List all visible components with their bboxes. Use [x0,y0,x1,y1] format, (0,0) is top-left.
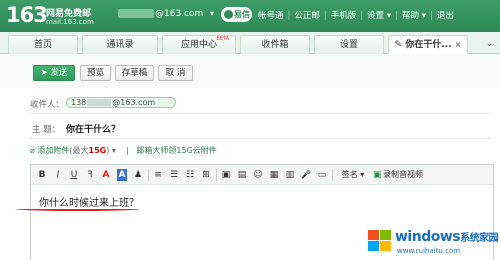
send-button[interactable]: ➤ 发送 [33,65,75,81]
screenshot-icon[interactable]: ▤ [237,169,247,181]
link-logout[interactable]: 退出 [437,11,454,21]
tab-contacts[interactable]: 通讯录 [82,35,158,54]
add-attachment-link[interactable]: 添加附件 [37,146,69,155]
compose-action-bar: ➤ 发送 预览 存草稿 取 消 [0,54,500,88]
email-suffix: @163.com [155,9,204,19]
tab-inbox[interactable]: 收件箱 [240,35,310,54]
indent-icon[interactable]: ⊞ [201,169,211,181]
top-header: 163 网易免费邮 mail.163.com @163.com ▾ 易信 帐号通… [0,0,500,32]
stationery-icon[interactable]: ▭ [317,169,327,181]
chevron-down-icon[interactable]: ▾ [210,9,214,18]
toolbar-separator [148,169,149,181]
link-fair-mail[interactable]: 公正邮 [294,11,320,21]
yixin-icon [224,10,233,19]
tab-compose-label: 你在干什... [405,40,452,50]
underline-icon[interactable]: U [69,169,79,181]
divider: | [126,146,129,155]
tab-settings[interactable]: 设置 [314,35,384,54]
save-draft-label: 存草稿 [121,68,148,78]
beta-badge: BETA [216,36,229,42]
align-icon[interactable]: ≡ [153,169,163,181]
watermark: windows系统家园 www.ruihaitu.com [367,223,500,260]
cancel-label: 取 消 [165,68,186,78]
link-account[interactable]: 帐号通 [258,11,284,21]
send-icon: ➤ [40,68,48,78]
numbered-list-icon[interactable]: ☰ [169,169,179,181]
send-label: 发送 [50,68,68,78]
microphone-icon[interactable]: 🎤 [301,169,311,181]
tab-home-label: 首页 [33,40,52,50]
divider [30,113,490,114]
recipient-chip[interactable]: 138 @163.com [66,97,176,108]
tab-compose[interactable]: ✎ 你在干什... × [388,35,468,55]
save-draft-button[interactable]: 存草稿 [115,65,154,81]
tab-home[interactable]: 首页 [8,35,78,54]
tab-contacts-label: 通讯录 [106,40,134,50]
edit-icon: ✎ [394,40,403,50]
tab-settings-label: 设置 [339,40,358,50]
chevron-down-icon[interactable]: ▾ [112,146,116,155]
divider [30,138,490,139]
toolbar-separator [216,169,217,181]
toolbar-separator [332,169,333,181]
yixin-label: 易信 [234,10,250,19]
tab-app-center-label: 应用中心 [180,40,217,50]
highlight-icon[interactable]: A [117,169,127,181]
to-label: 收件人： [30,100,65,110]
watermark-title-en: windows [395,229,461,245]
tab-inbox-label: 收件箱 [261,40,289,50]
italic-icon[interactable]: I [53,169,63,181]
attach-limit-value: 15G [88,146,107,155]
user-email[interactable]: @163.com [118,9,203,19]
table-icon[interactable]: ▦ [269,169,279,181]
email-redaction [118,9,154,18]
attachment-row: ⌀ 添加附件(最大15G) ▾ | 邮箱大师领15G云附件 [30,145,217,156]
emoji-icon[interactable]: ☺ [253,169,263,181]
subject-label: 主 题： [32,125,61,135]
preview-button[interactable]: 预览 [80,65,111,81]
link-mobile[interactable]: 手机版 [331,11,357,21]
image-icon[interactable]: ▣ [221,169,231,181]
font-color-icon[interactable]: A [101,169,111,181]
editor-toolbar: B I U ꟻ A A ♟ ≡ ☰ ☷ ⊞ ▣ ▤ ☺ ▦ ▥ 🎤 ▭ 签名 ▾… [31,165,493,185]
logo-url: mail.163.com [46,18,94,26]
signature-dropdown[interactable]: 签名 ▾ [337,169,369,181]
recipient-prefix: 138 [71,98,87,107]
font-icon[interactable]: ꟻ [85,169,95,181]
tab-app-center[interactable]: 应用中心 BETA [162,35,236,54]
bold-icon[interactable]: B [37,169,47,181]
cancel-button[interactable]: 取 消 [158,65,193,81]
recipient-suffix: @163.com [112,98,156,107]
watermark-title: windows系统家园 [395,229,499,245]
big-attachment-link[interactable]: 邮箱大师领15G云附件 [136,146,216,155]
paperclip-icon: ⌀ [30,146,35,155]
bullet-list-icon[interactable]: ☷ [185,169,195,181]
format-painter-icon[interactable]: ♟ [133,169,143,181]
close-icon[interactable]: × [455,40,462,49]
nav-bar: 首页 通讯录 应用中心 BETA 收件箱 设置 ✎ 你在干什... × [0,32,500,55]
tab-menu-chevron-icon[interactable]: ⌄ [486,39,493,48]
watermark-title-cn: 系统家园 [460,233,499,244]
recipient-redaction [87,99,112,106]
red-underline-annotation [16,207,140,211]
preview-label: 预览 [86,68,104,78]
attach-limit-open: (最大 [69,146,89,155]
subject-input[interactable]: 你在干什么？ [66,122,120,135]
watermark-url: www.ruihaitu.com [397,247,461,255]
windows-logo-icon [367,229,393,253]
record-video-link[interactable]: 录制音视频 [383,169,433,181]
top-links: 帐号通 | 公正邮 | 手机版 | 设置 ▾ | 帮助 ▾ | 退出 [258,11,454,21]
link-settings[interactable]: 设置 ▾ [367,11,391,21]
link-help[interactable]: 帮助 ▾ [402,11,426,21]
attach-limit-close: ) [106,146,110,155]
yixin-button[interactable]: 易信 [221,7,252,22]
card-icon[interactable]: ▥ [285,169,295,181]
record-video-icon[interactable]: ▣ [373,169,382,181]
logo-number[interactable]: 163 [6,3,48,27]
